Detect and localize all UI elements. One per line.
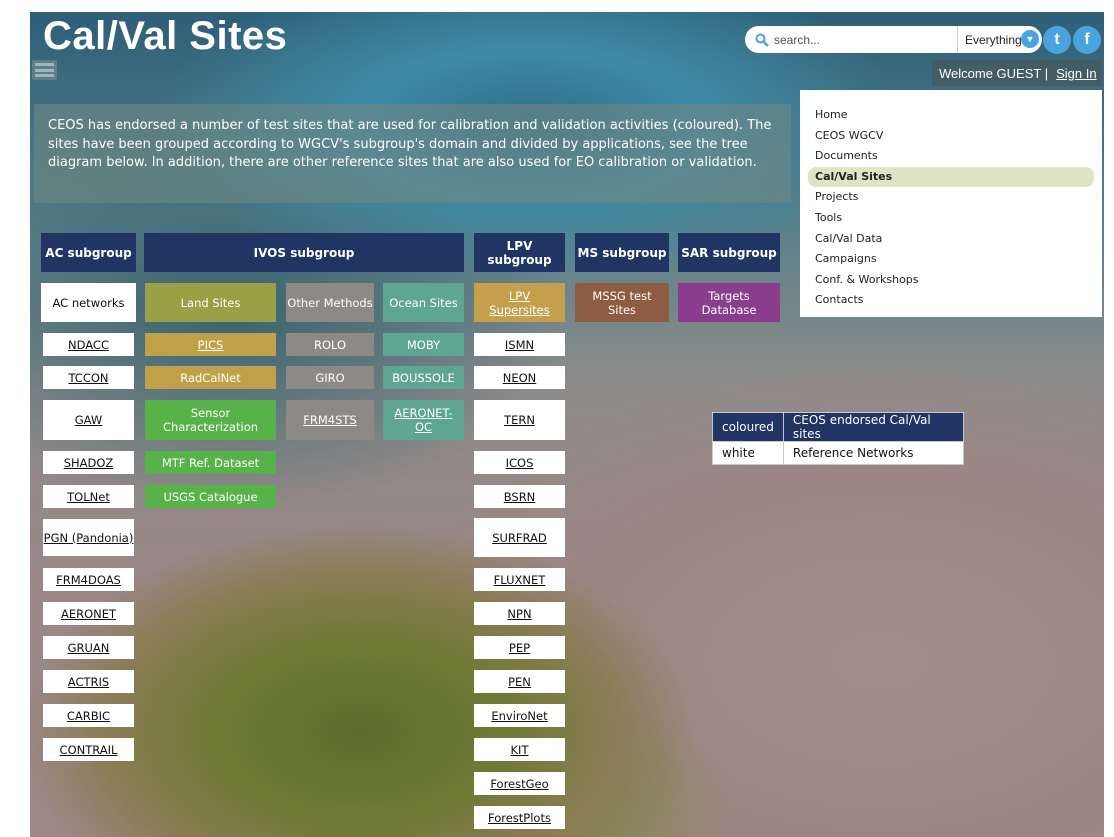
site-link-icos[interactable]: ICOS — [474, 451, 565, 474]
site-link-kit[interactable]: KIT — [474, 738, 565, 761]
legend-desc-white: Reference Networks — [782, 441, 965, 465]
header-ac-label: AC subgroup — [45, 245, 132, 260]
site-link-radcalnet[interactable]: RadCalNet — [145, 366, 276, 389]
site-link-pgn[interactable]: PGN (Pandonia) — [43, 519, 134, 556]
site-link-lpv-supersites[interactable]: LPV Supersites — [474, 283, 565, 322]
twitter-icon[interactable]: t — [1043, 26, 1071, 54]
nav-item-ceos-wgcv[interactable]: CEOS WGCV — [808, 126, 1094, 147]
header-ms-subgroup: MS subgroup — [575, 233, 669, 272]
site-link-pen[interactable]: PEN — [474, 670, 565, 693]
site-link-carbic[interactable]: CARBIC — [43, 704, 134, 727]
site-link-forestgeo[interactable]: ForestGeo — [474, 772, 565, 795]
site-link-rolo[interactable]: ROLO — [286, 333, 374, 356]
site-link-aeronet[interactable]: AERONET — [43, 602, 134, 625]
site-link-fluxnet[interactable]: FLUXNET — [474, 568, 565, 591]
site-link-bsrn[interactable]: BSRN — [474, 485, 565, 508]
hamburger-menu-icon[interactable] — [32, 60, 57, 80]
ivos-other-methods: Other Methods — [286, 283, 374, 322]
site-link-contrail[interactable]: CONTRAIL — [43, 738, 134, 761]
site-link-tolnet[interactable]: TOLNet — [43, 485, 134, 508]
facebook-icon[interactable]: f — [1073, 26, 1101, 54]
nav-item-calval-sites[interactable]: Cal/Val Sites — [808, 166, 1094, 188]
site-link-frm4doas[interactable]: FRM4DOAS — [43, 568, 134, 591]
nav-item-contacts[interactable]: Contacts — [808, 290, 1094, 311]
nav-item-tools[interactable]: Tools — [808, 208, 1094, 229]
header-ivos-subgroup: IVOS subgroup — [144, 233, 464, 272]
site-link-tccon[interactable]: TCCON — [43, 366, 134, 389]
chevron-down-icon: ▼ — [1021, 30, 1039, 48]
header-ac-subgroup: AC subgroup — [41, 233, 136, 272]
nav-item-projects[interactable]: Projects — [808, 187, 1094, 208]
legend-row-white: white Reference Networks — [712, 441, 965, 465]
header-lpv-subgroup: LPV subgroup — [474, 233, 565, 272]
nav-item-campaigns[interactable]: Campaigns — [808, 249, 1094, 270]
site-link-ismn[interactable]: ISMN — [474, 333, 565, 356]
search-input[interactable] — [774, 32, 944, 47]
header-ms-label: MS subgroup — [577, 245, 667, 260]
search-box — [745, 26, 957, 53]
legend-key-white: white — [712, 441, 784, 465]
nav-item-home[interactable]: Home — [808, 105, 1094, 126]
ivos-land-sites: Land Sites — [145, 283, 276, 322]
site-link-gruan[interactable]: GRUAN — [43, 636, 134, 659]
nav-item-calval-data[interactable]: Cal/Val Data — [808, 229, 1094, 250]
welcome-bar: Welcome GUEST | Sign In — [932, 60, 1102, 86]
site-link-neon[interactable]: NEON — [474, 366, 565, 389]
ivos-ocean-sites: Ocean Sites — [383, 283, 464, 322]
search-scope-value: Everything — [965, 32, 1022, 47]
site-link-aeronet-oc[interactable]: AERONET-OC — [383, 400, 464, 440]
site-link-frm4sts[interactable]: FRM4STS — [286, 400, 374, 440]
site-link-boussole[interactable]: BOUSSOLE — [383, 366, 464, 389]
site-link-targets-database[interactable]: Targets Database — [678, 283, 780, 322]
site-link-moby[interactable]: MOBY — [383, 333, 464, 356]
header-sar-label: SAR subgroup — [681, 245, 777, 260]
nav-menu: Home CEOS WGCV Documents Cal/Val Sites P… — [800, 90, 1102, 317]
site-link-mtf-ref-dataset[interactable]: MTF Ref. Dataset — [145, 451, 276, 474]
site-link-giro[interactable]: GIRO — [286, 366, 374, 389]
site-link-mssg-test-sites[interactable]: MSSG test Sites — [575, 283, 669, 322]
search-scope-select[interactable]: Everything ▼ — [957, 26, 1042, 53]
site-link-shadoz[interactable]: SHADOZ — [43, 451, 134, 474]
site-link-usgs-catalogue[interactable]: USGS Catalogue — [145, 485, 276, 508]
nav-item-conf-workshops[interactable]: Conf. & Workshops — [808, 270, 1094, 291]
site-link-environet[interactable]: EnviroNet — [474, 704, 565, 727]
site-link-pics[interactable]: PICS — [145, 333, 276, 356]
site-link-surfrad[interactable]: SURFRAD — [474, 518, 565, 557]
ac-networks-label: AC networks — [41, 283, 136, 322]
site-link-npn[interactable]: NPN — [474, 602, 565, 625]
legend-table: coloured CEOS endorsed Cal/Val sites whi… — [712, 412, 965, 465]
legend-key-coloured: coloured — [712, 412, 784, 442]
search-icon — [755, 33, 769, 47]
site-link-sensor-characterization[interactable]: Sensor Characterization — [145, 400, 276, 440]
site-link-pep[interactable]: PEP — [474, 636, 565, 659]
site-link-actris[interactable]: ACTRIS — [43, 670, 134, 693]
nav-item-documents[interactable]: Documents — [808, 146, 1094, 167]
legend-row-coloured: coloured CEOS endorsed Cal/Val sites — [712, 412, 965, 442]
site-link-ndacc[interactable]: NDACC — [43, 333, 134, 356]
welcome-text: Welcome GUEST | — [939, 65, 1049, 81]
intro-text: CEOS has endorsed a number of test sites… — [34, 104, 791, 203]
legend-desc-coloured: CEOS endorsed Cal/Val sites — [782, 412, 965, 442]
page-title: Cal/Val Sites — [43, 14, 288, 58]
header-lpv-label: LPV subgroup — [487, 238, 552, 267]
site-link-forestplots[interactable]: ForestPlots — [474, 806, 565, 829]
header-ivos-label: IVOS subgroup — [253, 245, 355, 260]
sign-in-link[interactable]: Sign In — [1056, 66, 1096, 81]
header-sar-subgroup: SAR subgroup — [678, 233, 780, 272]
site-link-tern[interactable]: TERN — [474, 400, 565, 440]
site-link-gaw[interactable]: GAW — [43, 400, 134, 440]
